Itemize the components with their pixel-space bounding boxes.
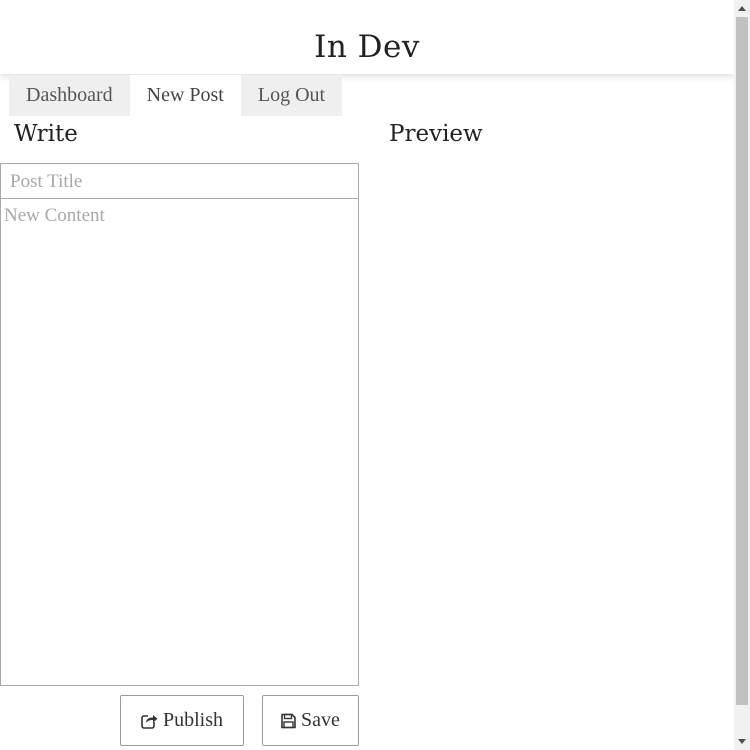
preview-heading: Preview bbox=[389, 121, 483, 147]
tab-log-out[interactable]: Log Out bbox=[240, 75, 343, 116]
site-header: In Dev bbox=[0, 0, 734, 74]
main-content: In Dev Dashboard New Post Log Out Write … bbox=[0, 0, 734, 750]
scroll-up-arrow-icon[interactable] bbox=[734, 0, 750, 16]
post-content-textarea[interactable] bbox=[0, 198, 359, 686]
write-heading: Write bbox=[14, 121, 78, 147]
floppy-disk-icon bbox=[281, 713, 296, 729]
page: In Dev Dashboard New Post Log Out Write … bbox=[0, 0, 750, 750]
save-label: Save bbox=[301, 709, 340, 731]
tab-bar: Dashboard New Post Log Out bbox=[9, 75, 343, 116]
publish-label: Publish bbox=[162, 709, 224, 731]
preview-pane bbox=[389, 163, 719, 683]
tab-new-post[interactable]: New Post bbox=[129, 75, 241, 116]
tab-dashboard[interactable]: Dashboard bbox=[9, 75, 130, 116]
vertical-scrollbar[interactable] bbox=[734, 0, 750, 750]
share-icon bbox=[141, 712, 158, 729]
publish-button[interactable]: Publish bbox=[120, 695, 244, 746]
site-title: In Dev bbox=[314, 29, 420, 65]
post-title-input[interactable] bbox=[0, 163, 359, 199]
save-button[interactable]: Save bbox=[262, 695, 359, 746]
scroll-down-arrow-icon[interactable] bbox=[734, 734, 750, 750]
scrollbar-thumb[interactable] bbox=[736, 17, 748, 705]
